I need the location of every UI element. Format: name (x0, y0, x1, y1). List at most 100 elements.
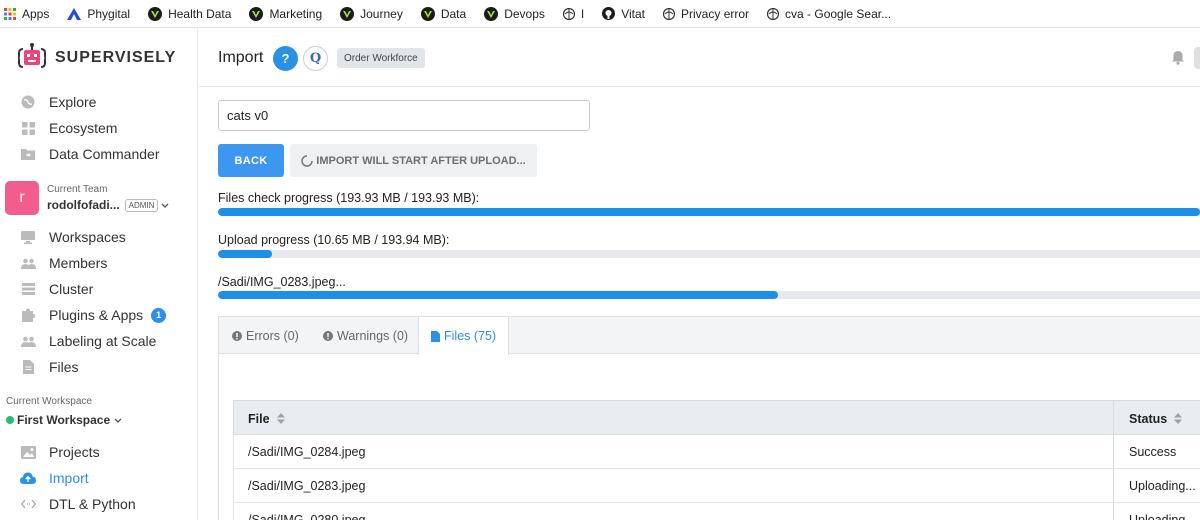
chevron-down-icon (114, 418, 122, 423)
bookmark-label: Devops (504, 6, 545, 21)
bookmark-health-data[interactable]: Health Data (148, 6, 231, 21)
notification-badge: 1 (151, 307, 167, 323)
column-header-label: Status (1129, 411, 1168, 426)
status-cell: Success (1129, 445, 1177, 459)
bookmark-apps[interactable]: Apps (4, 7, 49, 21)
sidebar-item-labeling-at-scale[interactable]: Labeling at Scale (20, 329, 156, 353)
status-dot (6, 416, 14, 424)
column-header-file[interactable]: File (248, 401, 285, 436)
main-content: Import ? Q Order Workforce BACK IMPORT W… (199, 29, 1200, 520)
page-header: Import ? Q Order Workforce (199, 29, 1200, 87)
sidebar-item-label: Labeling at Scale (49, 333, 157, 349)
help-button[interactable]: ? (273, 46, 298, 71)
upload-progress-bar (218, 250, 1200, 258)
results-panel: Errors (0) Warnings (0) Files (75) File … (218, 316, 1200, 520)
bookmark-privacy-error[interactable]: Privacy error (663, 7, 749, 21)
team-label: Current Team (47, 184, 108, 195)
tab-bar: Errors (0) Warnings (0) Files (75) (219, 317, 1200, 355)
apps-grid-icon (4, 7, 16, 20)
project-name-input[interactable] (218, 100, 590, 131)
sidebar-item-label: Plugins & Apps (49, 307, 144, 323)
user-avatar[interactable] (1194, 47, 1200, 69)
sidebar-item-files[interactable]: Files (20, 355, 79, 379)
chevron-down-icon (161, 203, 169, 208)
tab-warnings[interactable]: Warnings (0) (323, 317, 408, 354)
sidebar-item-explore[interactable]: Explore (20, 90, 96, 114)
role-badge: ADMIN (124, 198, 159, 212)
table-row[interactable]: /Sadi/IMG_0284.jpeg Success (233, 435, 1200, 469)
column-header-status[interactable]: Status (1129, 401, 1183, 436)
current-file-label: /Sadi/IMG_0283.jpeg... (218, 275, 346, 289)
file-icon (431, 330, 440, 342)
bookmark-v-icon (249, 6, 264, 21)
tab-label: Files (75) (444, 329, 497, 343)
people-icon (20, 255, 36, 271)
bookmark-devops[interactable]: Devops (484, 6, 545, 21)
bookmark-label: I (580, 6, 585, 21)
file-icon (20, 359, 36, 375)
bookmark-v-icon (484, 6, 499, 21)
sidebar-item-cluster[interactable]: Cluster (20, 277, 93, 301)
bookmark-i[interactable]: I (562, 6, 585, 21)
sidebar-item-label: Projects (49, 444, 100, 460)
bookmark-phygital[interactable]: Phygital (67, 7, 130, 21)
bookmark-label: cva - Google Sear... (785, 6, 892, 21)
sidebar-item-plugins-apps[interactable]: Plugins & Apps 1 (20, 303, 167, 327)
q-button[interactable]: Q (303, 46, 328, 71)
brand-logo[interactable]: SUPERVISELY (18, 43, 176, 73)
bookmark-data[interactable]: Data (420, 6, 466, 21)
globe-icon (20, 94, 36, 110)
bookmark-v-icon (340, 6, 355, 21)
sidebar-item-members[interactable]: Members (20, 251, 107, 275)
bookmark-label: Phygital (87, 6, 131, 21)
import-status-button: IMPORT WILL START AFTER UPLOAD... (290, 144, 537, 177)
file-cell: /Sadi/IMG_0280.jpeg (248, 513, 366, 520)
page-title: Import (218, 49, 264, 66)
sidebar-item-projects[interactable]: Projects (20, 440, 100, 464)
tab-files[interactable]: Files (75) (418, 317, 510, 355)
sidebar-item-label: Workspaces (49, 229, 126, 245)
tab-label: Warnings (0) (337, 328, 409, 343)
sidebar-item-ecosystem[interactable]: Ecosystem (20, 116, 117, 140)
tab-errors[interactable]: Errors (0) (232, 317, 299, 354)
sidebar-item-label: Import (49, 470, 89, 486)
back-button[interactable]: BACK (218, 144, 284, 177)
column-header-label: File (248, 411, 270, 426)
bookmarks-bar: Apps Phygital Health Data Marketing Jour… (0, 0, 1200, 28)
code-icon (20, 496, 36, 512)
bookmark-journey[interactable]: Journey (340, 6, 403, 21)
order-workforce-button[interactable]: Order Workforce (337, 48, 425, 68)
team-switcher[interactable]: r Current Team rodolfofadi... ADMIN (5, 181, 169, 215)
progress-fill (218, 291, 778, 299)
bookmark-vitat[interactable]: Vitat (602, 7, 645, 21)
list-icon (20, 281, 36, 297)
status-cell: Uploading... (1129, 479, 1196, 493)
sort-icon (276, 413, 285, 424)
brand-name: SUPERVISELY (55, 49, 177, 66)
bookmark-google-search[interactable]: cva - Google Sear... (767, 7, 891, 21)
alert-circle-icon (232, 330, 242, 341)
sidebar-item-workspaces[interactable]: Workspaces (20, 225, 126, 249)
bookmark-label: Privacy error (681, 6, 750, 21)
sidebar: SUPERVISELY Explore Ecosystem Data Comma… (0, 29, 198, 520)
loading-spinner-icon (301, 154, 314, 167)
table-row[interactable]: /Sadi/IMG_0280.jpeg Uploading... (233, 503, 1200, 520)
bookmark-marketing[interactable]: Marketing (249, 6, 322, 21)
workspace-label: Current Workspace (6, 396, 92, 407)
file-cell: /Sadi/IMG_0283.jpeg (248, 479, 366, 493)
sidebar-item-import[interactable]: Import (20, 466, 89, 490)
sidebar-item-label: DTL & Python (49, 496, 136, 512)
import-status-label: IMPORT WILL START AFTER UPLOAD... (316, 154, 526, 167)
bookmark-label: Journey (360, 6, 403, 21)
bell-icon[interactable] (1171, 50, 1185, 70)
bookmark-v-icon (148, 6, 163, 21)
sidebar-item-dtl-python[interactable]: DTL & Python (20, 492, 136, 516)
sidebar-item-label: Members (49, 255, 108, 271)
globe-icon (767, 7, 780, 20)
team-name: rodolfofadi... (47, 198, 120, 212)
file-cell: /Sadi/IMG_0284.jpeg (248, 445, 366, 459)
workspace-switcher[interactable]: First Workspace (6, 413, 122, 427)
sidebar-item-data-commander[interactable]: Data Commander (20, 142, 160, 166)
bookmark-label: Vitat (621, 6, 646, 21)
table-row[interactable]: /Sadi/IMG_0283.jpeg Uploading... (233, 469, 1200, 503)
